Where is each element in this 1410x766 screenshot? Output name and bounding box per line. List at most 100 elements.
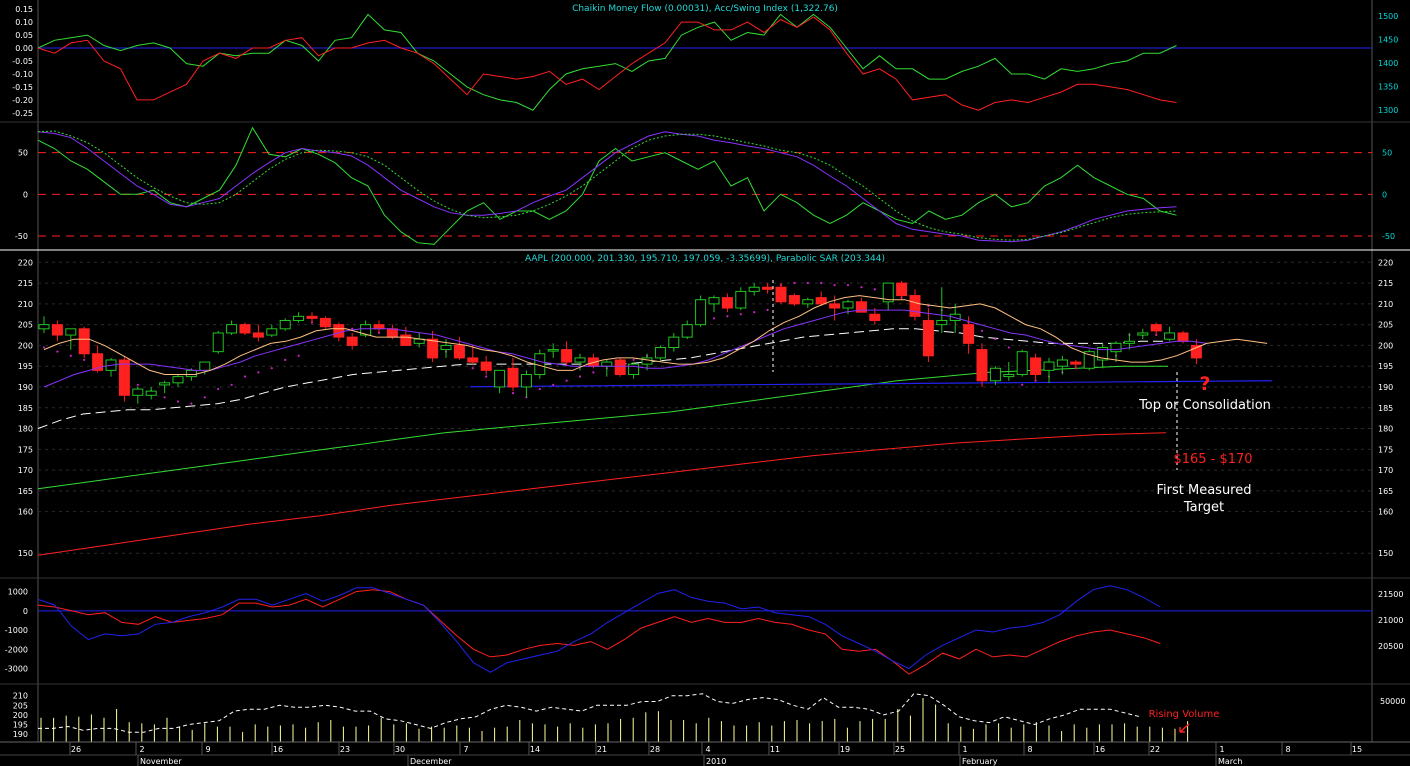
y-tick-label: -0.10 — [12, 70, 33, 79]
y-tick-label: 1350 — [1378, 83, 1398, 92]
candle-body — [802, 299, 814, 305]
day-label: 16 — [273, 745, 283, 754]
y-tick-label: 21500 — [1378, 590, 1403, 599]
candle-body — [1177, 332, 1189, 342]
candle-body — [467, 357, 479, 363]
candle-body — [306, 315, 318, 319]
candle-body — [721, 297, 733, 309]
first-measured-annotation: First Measured — [1157, 483, 1252, 498]
y-tick-label: 180 — [1378, 425, 1393, 434]
y-tick-label: 200 — [18, 341, 33, 350]
sar-dot — [565, 379, 568, 382]
candle-body — [815, 297, 827, 305]
y-tick-label: 180 — [18, 425, 33, 434]
sar-dot — [860, 286, 863, 289]
candle-body — [1016, 351, 1028, 376]
sar-dot — [297, 354, 300, 357]
y-tick-label: 170 — [18, 466, 33, 475]
y-tick-label: 160 — [1378, 508, 1393, 517]
y-tick-label: 1300 — [1378, 106, 1398, 115]
candle-body — [574, 357, 586, 363]
sar-dot — [511, 392, 515, 395]
sar-dot — [833, 283, 836, 287]
sar-dot — [873, 288, 876, 291]
candle-body — [708, 297, 720, 305]
y-tick-label: 165 — [18, 487, 33, 496]
stock-chart[interactable]: Chaikin Money Flow (0.00031), Acc/Swing … — [0, 0, 1410, 766]
day-label: 22 — [1150, 745, 1160, 754]
y-tick-label: 215 — [1378, 279, 1393, 288]
day-label: 1 — [1219, 745, 1224, 754]
month-label: March — [1218, 757, 1242, 766]
candle-body — [319, 317, 331, 328]
sar-dot — [485, 375, 488, 378]
candle-body — [641, 357, 653, 365]
candle-body — [748, 286, 760, 292]
candle-body — [427, 338, 439, 359]
y-tick-label: 185 — [18, 404, 33, 413]
y-tick-label: 50 — [18, 149, 28, 158]
candle-body — [51, 324, 63, 336]
sar-dot — [793, 281, 796, 285]
candle-body — [963, 324, 975, 344]
candle-body — [1150, 324, 1162, 332]
y-tick-label: 220 — [18, 258, 33, 267]
day-label: 25 — [895, 745, 905, 754]
candle-body — [132, 388, 144, 396]
y-tick-label: 1450 — [1378, 36, 1398, 45]
sar-dot — [257, 371, 260, 374]
candle-body — [453, 344, 465, 359]
candle-body — [681, 324, 693, 338]
y-tick-label: 1500 — [1378, 12, 1398, 21]
candle-body — [976, 349, 988, 382]
top-or-consolidation-annotation: Top or Consolidation — [1138, 398, 1271, 413]
candle-body — [922, 319, 934, 357]
sar-dot — [712, 317, 716, 320]
candle-body — [1070, 361, 1082, 365]
sar-dot — [980, 329, 984, 332]
candle-body — [936, 319, 948, 326]
candle-body — [440, 344, 452, 351]
candle-body — [199, 361, 211, 371]
sar-dot — [163, 396, 166, 399]
question-mark-annotation: ? — [1199, 373, 1210, 395]
candle-body — [520, 374, 532, 388]
y-tick-label: 210 — [1378, 300, 1393, 309]
sar-dot — [230, 383, 233, 386]
day-label: 23 — [340, 745, 350, 754]
candle-body — [78, 328, 90, 355]
y-tick-label: 160 — [18, 508, 33, 517]
candle-body — [1110, 342, 1122, 353]
candle-body — [159, 382, 171, 386]
y-tick-label: 150 — [18, 549, 33, 558]
sar-dot — [270, 367, 273, 370]
y-tick-label: 195 — [13, 721, 28, 730]
candle-body — [266, 328, 278, 336]
day-label: 15 — [1352, 745, 1362, 754]
candle-body — [333, 324, 345, 338]
candle-body — [842, 301, 854, 309]
candle-body — [1056, 359, 1068, 367]
sar-dot — [552, 383, 555, 386]
y-tick-label: 170 — [1378, 466, 1393, 475]
y-tick-label: 175 — [1378, 445, 1393, 454]
candle-body — [668, 336, 680, 349]
candle-body — [829, 303, 841, 309]
sar-dot — [846, 283, 850, 287]
y-tick-label: 205 — [13, 701, 28, 710]
target-range-annotation: $165 - $170 — [1173, 452, 1252, 467]
y-tick-label: 190 — [13, 730, 28, 739]
sar-dot — [578, 375, 582, 378]
candle-body — [293, 315, 305, 321]
day-label: 28 — [650, 745, 660, 754]
sar-dot — [806, 281, 809, 285]
y-tick-label: -0.20 — [12, 96, 33, 105]
sar-dot — [284, 358, 287, 361]
sar-dot — [176, 400, 180, 403]
candle-body — [909, 295, 921, 317]
y-tick-label: 1400 — [1378, 59, 1398, 68]
candle-body — [1043, 361, 1055, 371]
y-tick-label: 0 — [23, 190, 28, 199]
day-label: 2 — [139, 745, 144, 754]
y-tick-label: -2000 — [5, 645, 28, 654]
